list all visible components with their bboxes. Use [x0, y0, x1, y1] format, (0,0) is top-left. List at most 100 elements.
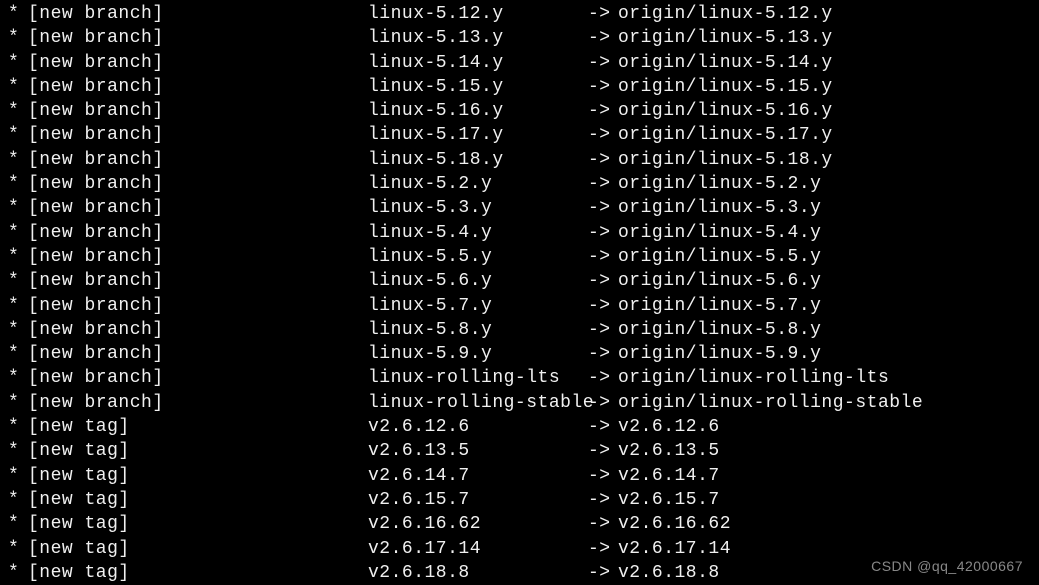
line-status: [new tag] [28, 415, 368, 439]
line-source: linux-5.3.y [368, 196, 588, 220]
line-source: linux-5.4.y [368, 221, 588, 245]
line-asterisk: * [8, 51, 28, 75]
line-target: v2.6.13.5 [618, 439, 720, 463]
terminal-line: *[new tag]v2.6.13.5->v2.6.13.5 [8, 439, 1031, 463]
line-target: origin/linux-5.16.y [618, 99, 833, 123]
line-target: origin/linux-rolling-lts [618, 366, 889, 390]
line-asterisk: * [8, 123, 28, 147]
line-source: linux-5.18.y [368, 148, 588, 172]
arrow-icon: -> [588, 391, 618, 415]
terminal-line: *[new branch]linux-5.6.y->origin/linux-5… [8, 269, 1031, 293]
line-asterisk: * [8, 561, 28, 585]
line-target: v2.6.12.6 [618, 415, 720, 439]
line-source: linux-5.2.y [368, 172, 588, 196]
line-source: linux-rolling-stable [368, 391, 588, 415]
line-asterisk: * [8, 366, 28, 390]
line-status: [new tag] [28, 512, 368, 536]
line-target: origin/linux-rolling-stable [618, 391, 923, 415]
line-asterisk: * [8, 221, 28, 245]
line-status: [new branch] [28, 75, 368, 99]
line-target: origin/linux-5.9.y [618, 342, 821, 366]
arrow-icon: -> [588, 439, 618, 463]
line-target: v2.6.16.62 [618, 512, 731, 536]
line-asterisk: * [8, 439, 28, 463]
line-target: v2.6.17.14 [618, 537, 731, 561]
line-target: origin/linux-5.5.y [618, 245, 821, 269]
line-asterisk: * [8, 99, 28, 123]
terminal-line: *[new branch]linux-5.2.y->origin/linux-5… [8, 172, 1031, 196]
line-source: v2.6.18.8 [368, 561, 588, 585]
line-asterisk: * [8, 172, 28, 196]
line-source: linux-5.5.y [368, 245, 588, 269]
arrow-icon: -> [588, 342, 618, 366]
line-asterisk: * [8, 464, 28, 488]
line-source: linux-5.17.y [368, 123, 588, 147]
line-asterisk: * [8, 318, 28, 342]
line-source: v2.6.16.62 [368, 512, 588, 536]
line-status: [new branch] [28, 99, 368, 123]
arrow-icon: -> [588, 148, 618, 172]
line-source: linux-5.14.y [368, 51, 588, 75]
line-status: [new branch] [28, 366, 368, 390]
line-asterisk: * [8, 342, 28, 366]
line-asterisk: * [8, 148, 28, 172]
line-source: linux-5.12.y [368, 2, 588, 26]
terminal-line: *[new tag]v2.6.16.62->v2.6.16.62 [8, 512, 1031, 536]
line-status: [new branch] [28, 221, 368, 245]
line-target: origin/linux-5.2.y [618, 172, 821, 196]
arrow-icon: -> [588, 123, 618, 147]
terminal-line: *[new branch]linux-rolling-stable->origi… [8, 391, 1031, 415]
arrow-icon: -> [588, 269, 618, 293]
line-status: [new branch] [28, 391, 368, 415]
line-target: v2.6.15.7 [618, 488, 720, 512]
terminal-line: *[new branch]linux-5.13.y->origin/linux-… [8, 26, 1031, 50]
line-source: v2.6.12.6 [368, 415, 588, 439]
line-source: linux-5.9.y [368, 342, 588, 366]
terminal-line: *[new tag]v2.6.12.6->v2.6.12.6 [8, 415, 1031, 439]
terminal-line: *[new tag]v2.6.14.7->v2.6.14.7 [8, 464, 1031, 488]
arrow-icon: -> [588, 245, 618, 269]
line-source: v2.6.15.7 [368, 488, 588, 512]
line-asterisk: * [8, 196, 28, 220]
line-target: origin/linux-5.14.y [618, 51, 833, 75]
arrow-icon: -> [588, 561, 618, 585]
line-status: [new branch] [28, 196, 368, 220]
line-status: [new branch] [28, 318, 368, 342]
line-status: [new branch] [28, 172, 368, 196]
line-source: linux-5.8.y [368, 318, 588, 342]
line-status: [new branch] [28, 148, 368, 172]
line-target: origin/linux-5.3.y [618, 196, 821, 220]
line-asterisk: * [8, 415, 28, 439]
line-target: origin/linux-5.7.y [618, 294, 821, 318]
line-target: origin/linux-5.12.y [618, 2, 833, 26]
line-status: [new tag] [28, 537, 368, 561]
line-status: [new tag] [28, 464, 368, 488]
terminal-line: *[new branch]linux-rolling-lts->origin/l… [8, 366, 1031, 390]
arrow-icon: -> [588, 75, 618, 99]
arrow-icon: -> [588, 415, 618, 439]
line-asterisk: * [8, 26, 28, 50]
line-status: [new branch] [28, 342, 368, 366]
arrow-icon: -> [588, 488, 618, 512]
terminal-line: *[new branch]linux-5.4.y->origin/linux-5… [8, 221, 1031, 245]
line-status: [new branch] [28, 294, 368, 318]
arrow-icon: -> [588, 464, 618, 488]
line-source: linux-5.7.y [368, 294, 588, 318]
arrow-icon: -> [588, 318, 618, 342]
line-status: [new branch] [28, 26, 368, 50]
line-source: linux-rolling-lts [368, 366, 588, 390]
line-asterisk: * [8, 537, 28, 561]
terminal-line: *[new branch]linux-5.16.y->origin/linux-… [8, 99, 1031, 123]
terminal-line: *[new branch]linux-5.18.y->origin/linux-… [8, 148, 1031, 172]
arrow-icon: -> [588, 51, 618, 75]
line-source: v2.6.13.5 [368, 439, 588, 463]
line-status: [new branch] [28, 2, 368, 26]
arrow-icon: -> [588, 366, 618, 390]
line-source: v2.6.17.14 [368, 537, 588, 561]
arrow-icon: -> [588, 99, 618, 123]
arrow-icon: -> [588, 172, 618, 196]
line-target: origin/linux-5.18.y [618, 148, 833, 172]
line-target: origin/linux-5.15.y [618, 75, 833, 99]
line-target: origin/linux-5.8.y [618, 318, 821, 342]
line-status: [new tag] [28, 439, 368, 463]
